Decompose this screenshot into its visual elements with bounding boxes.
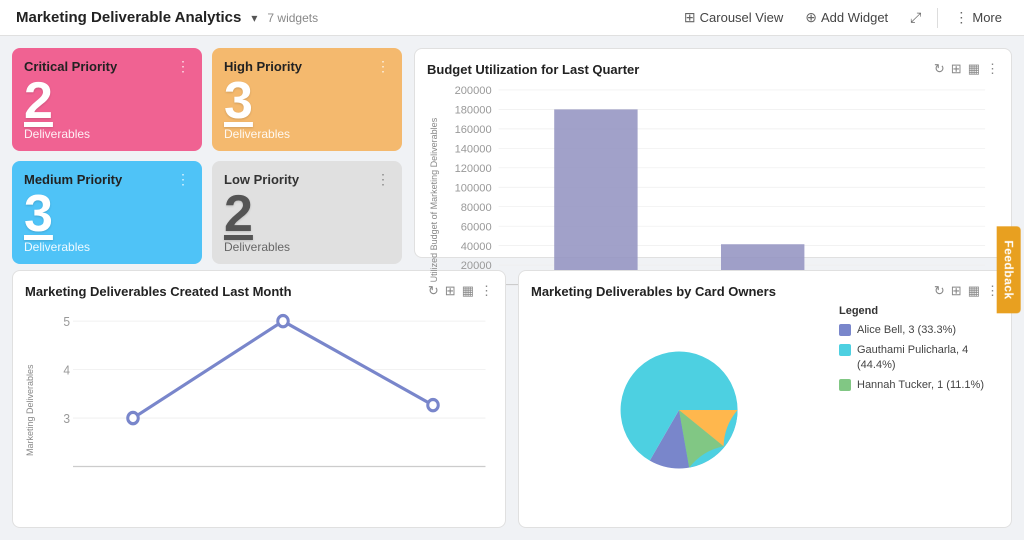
svg-text:60000: 60000 [461,221,492,233]
legend-text-gauthami: Gauthami Pulicharla, 4 (44.4%) [857,343,999,372]
expand-button[interactable]: ⤢ [904,5,927,30]
svg-text:3: 3 [63,412,70,427]
bar-oct [554,109,637,284]
add-widget-label: Add Widget [821,10,888,25]
line-chart-area: Marketing Deliverables 5 4 3 [25,305,493,515]
title-dropdown-icon[interactable]: ▾ [251,11,257,25]
expand-icon: ⤢ [910,9,921,26]
svg-text:5: 5 [63,315,70,330]
legend-item-hannah: Hannah Tucker, 1 (11.1%) [839,378,999,392]
chart-title: Marketing Deliverables Created Last Mont… [25,284,292,299]
low-priority-card: Low Priority ⋮ 2 Deliverables [212,161,402,264]
legend-color-alice [839,324,851,336]
pie-legend: Legend Alice Bell, 3 (33.3%) Gauthami Pu… [839,305,999,515]
svg-text:180000: 180000 [455,105,492,117]
priority-grid: Critical Priority ⋮ 2 Deliverables High … [12,48,402,258]
card-number: 2 [224,188,390,240]
medium-priority-card: Medium Priority ⋮ 3 Deliverables [12,161,202,264]
budget-chart-card: Budget Utilization for Last Quarter ↻ ⊞ … [414,48,1012,258]
data-point [428,400,439,411]
more-button[interactable]: ⋮ More [948,5,1008,30]
view-icon[interactable]: ▦ [968,61,980,77]
high-priority-card: High Priority ⋮ 3 Deliverables [212,48,402,151]
card-footer: Deliverables [224,240,390,254]
svg-text:40000: 40000 [461,241,492,253]
more-label: More [972,10,1002,25]
svg-text:80000: 80000 [461,202,492,214]
chart-title: Marketing Deliverables by Card Owners [531,284,776,299]
chart-title: Budget Utilization for Last Quarter [427,62,639,77]
legend-text-hannah: Hannah Tucker, 1 (11.1%) [857,378,984,392]
legend-item-alice: Alice Bell, 3 (33.3%) [839,323,999,337]
top-row: Critical Priority ⋮ 2 Deliverables High … [12,48,1012,258]
menu-icon[interactable]: ⋮ [986,61,999,77]
critical-priority-card: Critical Priority ⋮ 2 Deliverables [12,48,202,151]
card-footer: Deliverables [224,127,390,141]
legend-color-hannah [839,379,851,391]
carousel-view-button[interactable]: ⊞ Carousel View [678,5,789,30]
pie-chart-card: Marketing Deliverables by Card Owners ↻ … [518,270,1012,528]
data-point [128,412,139,423]
page-title: Marketing Deliverable Analytics [16,9,241,26]
chart-header: Budget Utilization for Last Quarter ↻ ⊞ … [427,61,999,77]
refresh-icon[interactable]: ↻ [934,283,945,299]
card-menu-icon[interactable]: ⋮ [176,171,190,188]
grid-icon[interactable]: ⊞ [951,61,962,77]
grid-icon[interactable]: ⊞ [445,283,456,299]
data-point [278,316,289,327]
card-footer: Deliverables [24,240,190,254]
card-number: 2 [24,75,190,127]
refresh-icon[interactable]: ↻ [934,61,945,77]
feedback-tab[interactable]: Feedback [996,226,1020,313]
bottom-row: Marketing Deliverables Created Last Mont… [12,270,1012,528]
menu-icon[interactable]: ⋮ [480,283,493,299]
chart-actions: ↻ ⊞ ▦ ⋮ [934,283,999,299]
svg-text:200000: 200000 [455,85,492,97]
legend-item-gauthami: Gauthami Pulicharla, 4 (44.4%) [839,343,999,372]
legend-color-gauthami [839,344,851,356]
pie-svg-container [531,305,827,515]
svg-text:4: 4 [63,363,70,378]
svg-text:100000: 100000 [455,182,492,194]
view-icon[interactable]: ▦ [462,283,474,299]
top-bar: Marketing Deliverable Analytics ▾ 7 widg… [0,0,1024,36]
more-icon: ⋮ [954,9,968,26]
card-menu-icon[interactable]: ⋮ [176,58,190,75]
pie-chart-area: Legend Alice Bell, 3 (33.3%) Gauthami Pu… [531,305,999,515]
carousel-icon: ⊞ [684,9,696,26]
svg-text:160000: 160000 [455,124,492,136]
card-menu-icon[interactable]: ⋮ [376,58,390,75]
widget-count-badge: 7 widgets [267,11,318,25]
pie-chart-final [594,345,764,475]
add-widget-button[interactable]: ⊕ Add Widget [799,5,894,30]
chart-header: Marketing Deliverables Created Last Mont… [25,283,493,299]
svg-text:140000: 140000 [455,143,492,155]
grid-icon[interactable]: ⊞ [951,283,962,299]
y-axis-label: Marketing Deliverables [25,305,39,515]
chart-header: Marketing Deliverables by Card Owners ↻ … [531,283,999,299]
card-number: 3 [24,188,190,240]
chart-actions: ↻ ⊞ ▦ ⋮ [934,61,999,77]
legend-text-alice: Alice Bell, 3 (33.3%) [857,323,956,337]
card-footer: Deliverables [24,127,190,141]
carousel-view-label: Carousel View [700,10,784,25]
view-icon[interactable]: ▦ [968,283,980,299]
add-icon: ⊕ [805,9,817,26]
legend-title: Legend [839,305,999,317]
svg-text:120000: 120000 [455,163,492,175]
card-number: 3 [224,75,390,127]
divider [937,8,938,28]
card-menu-icon[interactable]: ⋮ [376,171,390,188]
line-chart-svg: 5 4 3 [43,305,493,515]
y-axis-label: Utilized Budget of Marketing Deliverable… [427,83,439,317]
main-content: Critical Priority ⋮ 2 Deliverables High … [0,36,1024,540]
